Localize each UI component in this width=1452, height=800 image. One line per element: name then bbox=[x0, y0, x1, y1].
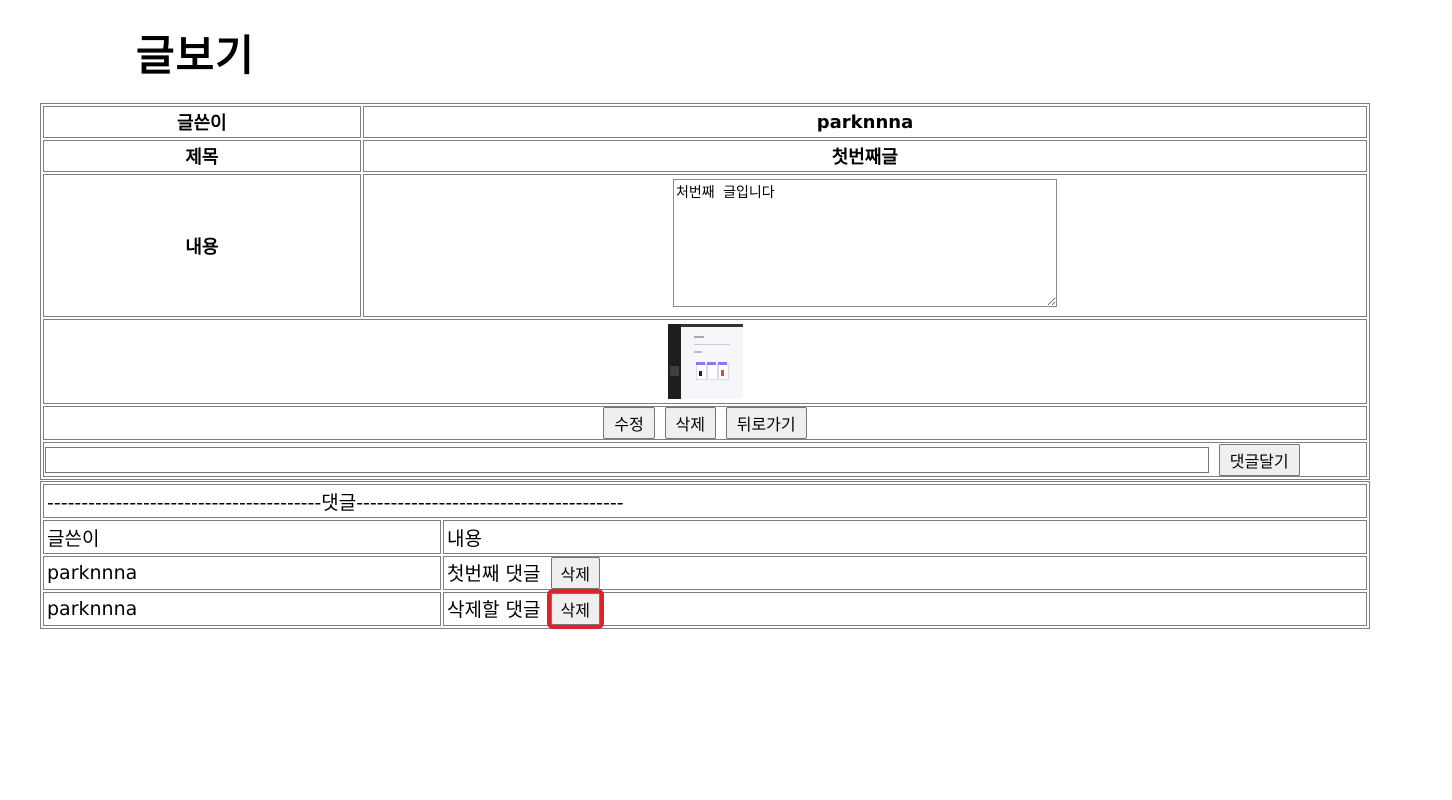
table-row: parknnna 삭제할 댓글 삭제 bbox=[43, 589, 1367, 629]
image-cell bbox=[43, 319, 1367, 404]
title-label: 제목 bbox=[43, 140, 361, 172]
page-title: 글보기 bbox=[136, 31, 255, 80]
back-button[interactable]: 뒤로가기 bbox=[725, 407, 807, 439]
thumb-line bbox=[693, 336, 704, 338]
title-row: 제목 첫번째글 bbox=[43, 140, 1367, 172]
thumb-line bbox=[693, 344, 730, 345]
edit-button[interactable]: 수정 bbox=[603, 407, 655, 439]
delete-post-button[interactable]: 삭제 bbox=[664, 407, 716, 439]
post-table: 글쓴이 parknnna 제목 첫번째글 내용 처번째 글입니다 수정 삭제 뒤… bbox=[40, 103, 1370, 480]
thumb-card-header bbox=[695, 362, 705, 365]
title-value: 첫번째글 bbox=[363, 140, 1367, 172]
comment-author: parknnna bbox=[43, 556, 441, 590]
delete-comment-button[interactable]: 삭제 bbox=[550, 557, 600, 589]
content-row: 내용 처번째 글입니다 bbox=[43, 174, 1367, 317]
comments-separator-row: ----------------------------------------… bbox=[43, 484, 1367, 518]
content-label: 내용 bbox=[43, 174, 361, 317]
comment-content-cell: 첫번째 댓글 삭제 bbox=[443, 556, 1367, 590]
comment-author: parknnna bbox=[43, 592, 441, 626]
comments-header-author: 글쓴이 bbox=[43, 520, 441, 554]
author-label: 글쓴이 bbox=[43, 106, 361, 138]
table-row: parknnna 첫번째 댓글 삭제 bbox=[43, 556, 1367, 590]
action-row: 수정 삭제 뒤로가기 bbox=[43, 406, 1367, 440]
comment-text: 첫번째 댓글 bbox=[447, 563, 541, 585]
thumb-dark-sidebar bbox=[667, 324, 681, 399]
author-value: parknnna bbox=[363, 106, 1367, 138]
comments-header-content: 내용 bbox=[443, 520, 1367, 554]
thumb-mark bbox=[698, 371, 702, 376]
delete-comment-button-highlighted[interactable]: 삭제 bbox=[546, 589, 604, 629]
comment-input[interactable] bbox=[45, 446, 1209, 473]
comments-separator: ----------------------------------------… bbox=[43, 484, 1367, 518]
comment-form-row: 댓글달기 bbox=[43, 442, 1367, 477]
comment-content-cell: 삭제할 댓글 삭제 bbox=[443, 589, 1367, 629]
content-cell: 처번째 글입니다 bbox=[363, 174, 1367, 317]
thumb-topbar bbox=[680, 324, 743, 327]
add-comment-button[interactable]: 댓글달기 bbox=[1218, 443, 1300, 476]
thumb-text-block bbox=[669, 366, 679, 376]
author-row: 글쓴이 parknnna bbox=[43, 106, 1367, 138]
attached-image-thumbnail bbox=[667, 324, 743, 399]
thumb-line bbox=[693, 351, 702, 353]
content-textarea[interactable]: 처번째 글입니다 bbox=[673, 179, 1057, 307]
comment-text: 삭제할 댓글 bbox=[447, 599, 541, 621]
thumb-card bbox=[706, 364, 718, 380]
action-cell: 수정 삭제 뒤로가기 bbox=[43, 406, 1367, 440]
thumb-mark bbox=[720, 370, 724, 376]
comments-header-row: 글쓴이 내용 bbox=[43, 520, 1367, 554]
thumb-card-header bbox=[706, 362, 716, 365]
comment-form-cell: 댓글달기 bbox=[43, 442, 1367, 477]
image-row bbox=[43, 319, 1367, 404]
thumb-card-header bbox=[717, 362, 727, 365]
comments-table: ----------------------------------------… bbox=[40, 481, 1370, 629]
